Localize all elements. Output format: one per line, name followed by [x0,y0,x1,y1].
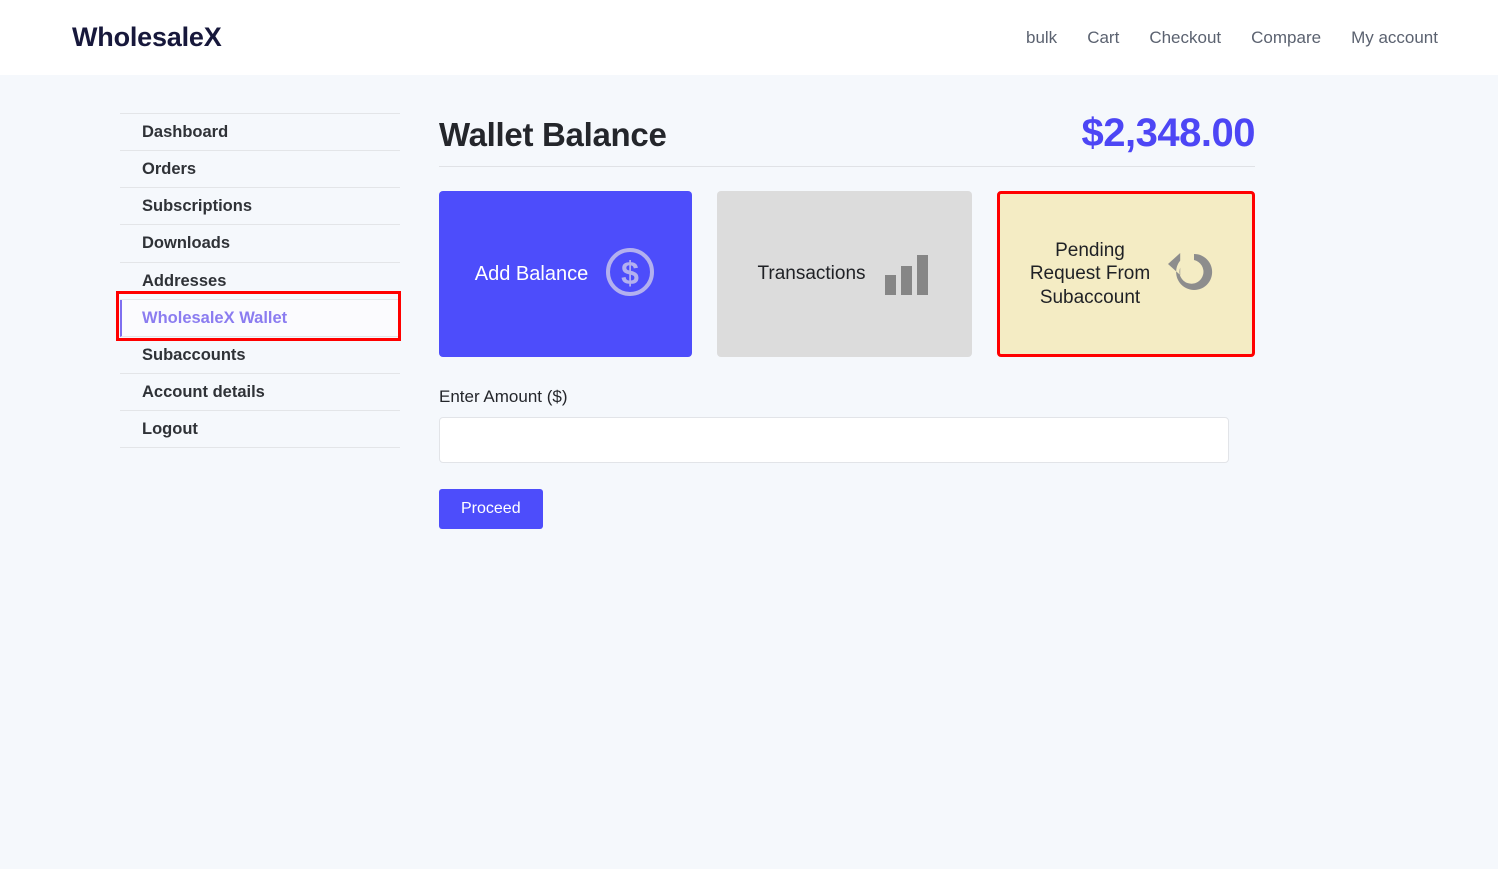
sidebar-item-subscriptions[interactable]: Subscriptions [120,188,400,226]
proceed-button[interactable]: Proceed [439,489,543,529]
sidebar-item-subaccounts[interactable]: Subaccounts [120,337,400,374]
transactions-card[interactable]: Transactions [717,191,972,357]
account-sidebar: Dashboard Orders Subscriptions Downloads… [116,113,401,529]
sidebar-item-addresses[interactable]: Addresses [120,263,400,300]
sidebar-item-downloads[interactable]: Downloads [120,225,400,263]
add-balance-form: Enter Amount ($) Proceed [439,387,1255,529]
site-header: WholesaleX bulk Cart Checkout Compare My… [0,0,1498,75]
page-body: Dashboard Orders Subscriptions Downloads… [0,75,1498,529]
nav-link-bulk[interactable]: bulk [1026,28,1057,48]
pending-request-card-label: Pending Request From Subaccount [1029,240,1151,308]
sidebar-item-account-details[interactable]: Account details [120,374,400,412]
sidebar-item-wholesalex-wallet[interactable]: WholesaleX Wallet [116,290,401,341]
add-balance-card[interactable]: Add Balance $ [439,191,692,357]
nav-link-checkout[interactable]: Checkout [1149,28,1221,48]
account-nav-list: Dashboard Orders Subscriptions Downloads… [116,113,401,449]
wallet-heading-row: Wallet Balance $2,348.00 [439,111,1256,167]
wallet-action-cards: Add Balance $ Transactions Pending Reque… [439,191,1255,357]
sidebar-item-dashboard[interactable]: Dashboard [120,114,400,152]
svg-text:$: $ [621,255,639,291]
amount-field-label: Enter Amount ($) [439,387,568,406]
bar-chart-icon [882,247,932,302]
pending-request-card[interactable]: Pending Request From Subaccount [997,191,1255,357]
main-navigation: bulk Cart Checkout Compare My account [1026,28,1438,48]
nav-link-cart[interactable]: Cart [1087,28,1119,48]
site-logo[interactable]: WholesaleX [72,22,222,53]
sidebar-item-orders[interactable]: Orders [120,151,400,189]
nav-link-compare[interactable]: Compare [1251,28,1321,48]
rotate-left-icon [1166,244,1222,305]
nav-link-my-account[interactable]: My account [1351,28,1438,48]
wallet-balance-amount: $2,348.00 [1081,111,1256,155]
amount-input[interactable] [439,417,1229,463]
sidebar-item-logout[interactable]: Logout [120,411,400,449]
add-balance-card-label: Add Balance [474,262,589,285]
wallet-panel: Wallet Balance $2,348.00 Add Balance $ T… [439,111,1256,529]
page-title: Wallet Balance [439,116,667,153]
dollar-circle-icon: $ [604,246,656,303]
transactions-card-label: Transactions [757,263,866,285]
